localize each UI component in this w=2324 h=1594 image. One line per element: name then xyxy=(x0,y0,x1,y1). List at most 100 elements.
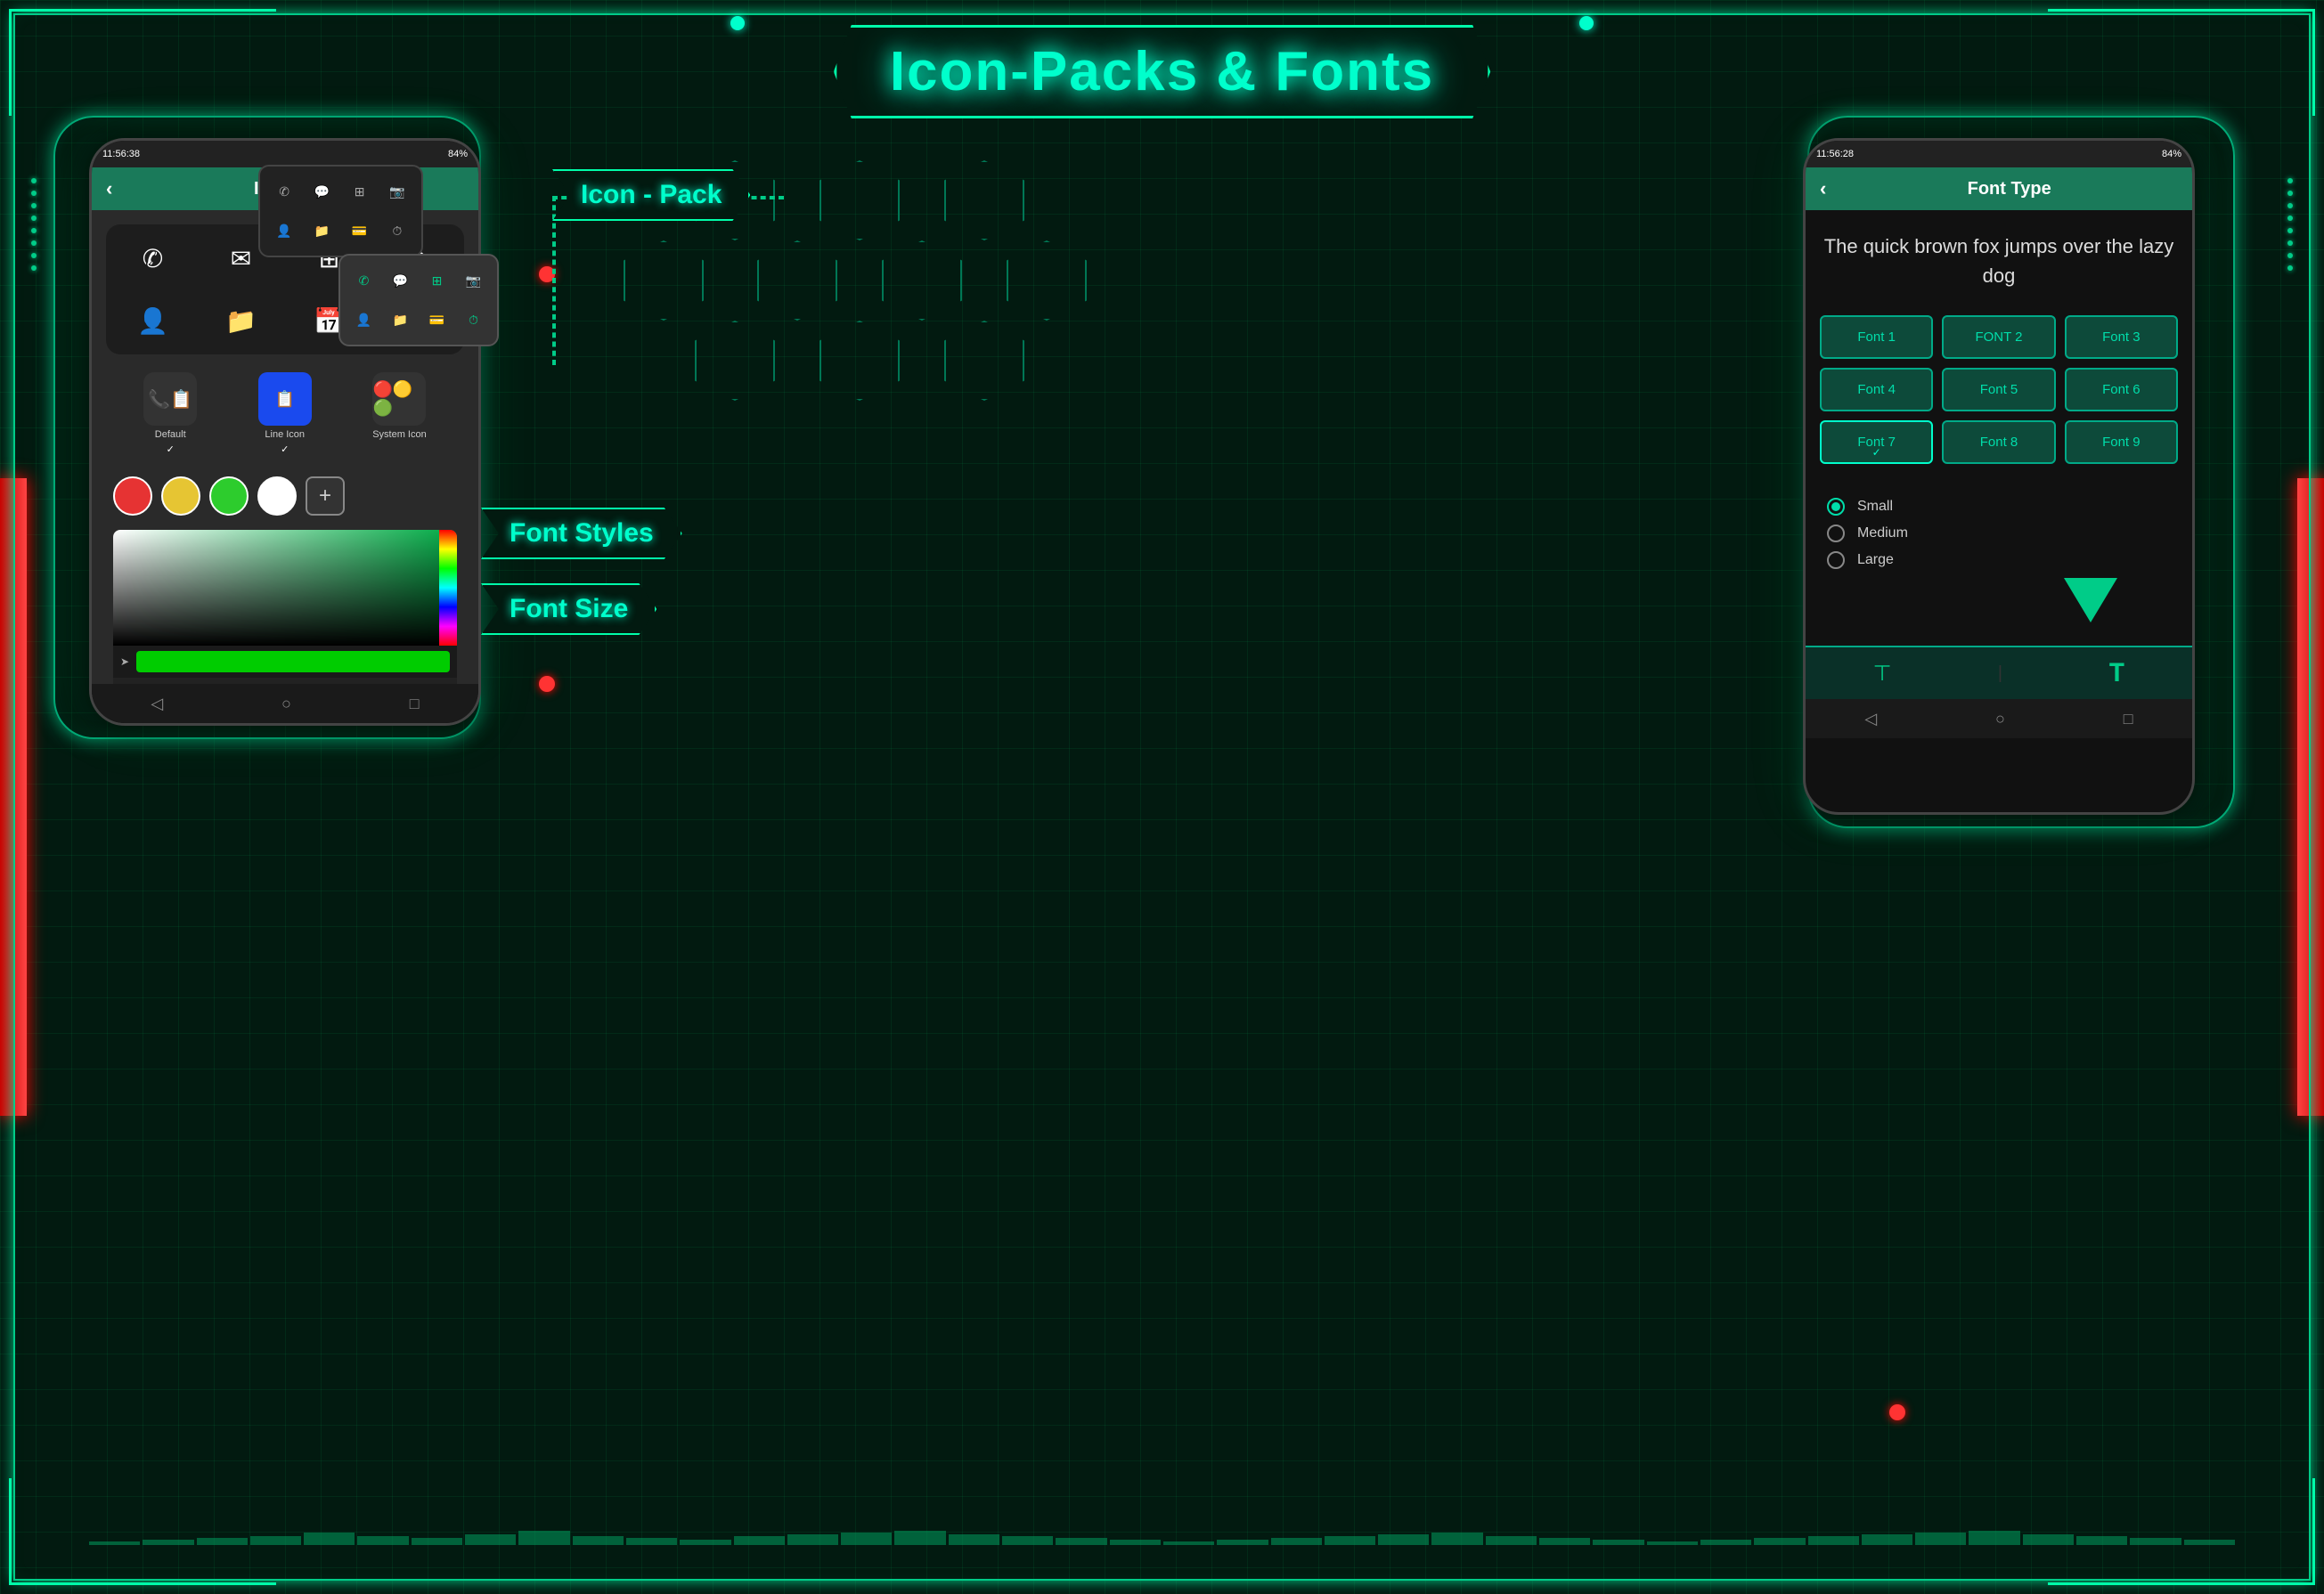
font-btn-5[interactable]: Font 5 xyxy=(1942,368,2055,411)
icon-folder[interactable]: 📁 xyxy=(203,296,279,346)
nav-recent-right[interactable]: □ xyxy=(2124,710,2133,728)
swatch-green[interactable] xyxy=(209,476,249,516)
hex-3 xyxy=(944,160,1024,240)
red-dot-3 xyxy=(1889,1404,1905,1420)
fi-chat: 💬 xyxy=(306,175,337,207)
icon-phone[interactable]: ✆ xyxy=(115,233,191,283)
si-folder: 📁 xyxy=(386,304,415,336)
tool-text-size-icon[interactable]: ⊤ xyxy=(1873,661,1892,687)
swatch-yellow[interactable] xyxy=(161,476,200,516)
size-large-label: Large xyxy=(1857,552,1894,568)
style-system-label: System Icon xyxy=(372,429,427,440)
side-circuit-left xyxy=(31,178,37,271)
fi-cam: 📷 xyxy=(382,175,412,207)
main-title: Icon-Packs & Fonts xyxy=(890,40,1434,103)
right-statusbar: 11:56:28 84% xyxy=(1806,141,2192,167)
nav-home-left[interactable]: ○ xyxy=(281,695,291,713)
radio-small[interactable] xyxy=(1827,498,1845,516)
right-nav: ◁ ○ □ xyxy=(1806,699,2192,738)
fi-wallet: 💳 xyxy=(345,215,375,247)
fi-grid: ⊞ xyxy=(345,175,375,207)
style-system[interactable]: 🔴🟡🟢 System Icon xyxy=(372,372,427,455)
left-battery: 84% xyxy=(448,149,468,159)
bottom-bar-decoration: (function(){ const bar = document.queryS… xyxy=(89,1531,2235,1545)
font-grid: Font 1 FONT 2 Font 3 Font 4 Font 5 Font … xyxy=(1806,305,2192,475)
font-size-label: Font Size xyxy=(481,583,656,635)
color-picker-row: ➤ xyxy=(113,646,457,678)
font-btn-7[interactable]: Font 7 ✓ xyxy=(1820,420,1933,464)
size-medium-label: Medium xyxy=(1857,525,1908,541)
style-default[interactable]: 📞📋 Default ✓ xyxy=(143,372,197,455)
side-circuit-right xyxy=(2287,178,2293,271)
color-picker: ➤ CANCEL OK xyxy=(113,530,457,684)
swatch-white[interactable] xyxy=(257,476,297,516)
color-swatches: + xyxy=(106,469,464,523)
radio-medium[interactable] xyxy=(1827,525,1845,542)
si-chat: 💬 xyxy=(386,264,415,297)
size-small[interactable]: Small xyxy=(1827,498,2171,516)
nav-back-left[interactable]: ◁ xyxy=(151,695,163,713)
font-styles-label: Font Styles xyxy=(481,508,682,559)
float-panel-system-icons: ✆ 💬 ⊞ 📷 👤 📁 💳 ⏱ xyxy=(338,254,499,346)
style-line-label: Line Icon xyxy=(265,429,305,440)
ok-button[interactable]: OK xyxy=(428,683,447,684)
font-size-section: Small Medium Large xyxy=(1806,475,2192,646)
style-default-label: Default xyxy=(155,429,186,440)
cyan-dot-top-r xyxy=(1579,16,1594,30)
fi-person: 👤 xyxy=(269,215,299,247)
hex-4 xyxy=(624,240,704,321)
style-line[interactable]: 📋 Line Icon ✓ xyxy=(258,372,312,455)
font-btn-3[interactable]: Font 3 xyxy=(2065,315,2178,359)
right-phone: 11:56:28 84% ‹ Font Type The quick brown… xyxy=(1803,138,2195,815)
font-toolbar: ⊤ | 𝐓 xyxy=(1806,646,2192,699)
cyan-dot-top xyxy=(730,16,745,30)
main-title-bar: Icon-Packs & Fonts xyxy=(834,25,1490,118)
icon-style-row: 📞📋 Default ✓ 📋 Line Icon ✓ 🔴🟡🟢 System Ic… xyxy=(106,365,464,462)
size-triangle xyxy=(1827,578,2171,622)
right-topbar-title: Font Type xyxy=(1840,179,2178,199)
tool-font-icon[interactable]: 𝐓 xyxy=(2108,659,2124,688)
hex-8 xyxy=(695,321,775,401)
nav-back-right[interactable]: ◁ xyxy=(1864,710,1877,728)
float-panel-line-icons: ✆ 💬 ⊞ 📷 👤 📁 💳 ⏱ xyxy=(258,165,423,257)
si-grid: ⊞ xyxy=(422,264,452,297)
size-large[interactable]: Large xyxy=(1827,551,2171,569)
red-dot-2 xyxy=(539,676,555,692)
nav-recent-left[interactable]: □ xyxy=(410,695,420,713)
left-nav: ◁ ○ □ xyxy=(92,684,478,723)
cancel-button[interactable]: CANCEL xyxy=(359,683,412,684)
si-cam: 📷 xyxy=(459,264,488,297)
nav-home-right[interactable]: ○ xyxy=(1995,710,2005,728)
font-btn-9[interactable]: Font 9 xyxy=(2065,420,2178,464)
hex-9 xyxy=(820,321,900,401)
red-dot-1 xyxy=(539,266,555,282)
font-btn-2[interactable]: FONT 2 xyxy=(1942,315,2055,359)
circuit-corner-tl xyxy=(9,9,276,116)
si-clock: ⏱ xyxy=(459,304,488,336)
font-btn-4[interactable]: Font 4 xyxy=(1820,368,1933,411)
si-phone: ✆ xyxy=(349,264,379,297)
color-gradient[interactable] xyxy=(113,530,457,646)
hex-2 xyxy=(820,160,900,240)
size-medium[interactable]: Medium xyxy=(1827,525,2171,542)
color-add-button[interactable]: + xyxy=(306,476,345,516)
icon-contact[interactable]: 👤 xyxy=(115,296,191,346)
radio-large[interactable] xyxy=(1827,551,1845,569)
right-time: 11:56:28 xyxy=(1816,149,1854,159)
size-small-label: Small xyxy=(1857,499,1893,515)
picker-buttons: CANCEL OK xyxy=(113,678,457,684)
line-icon-grid: ✆ 💬 ⊞ 📷 👤 📁 💳 ⏱ xyxy=(269,175,412,247)
icon-pack-label: Icon - Pack xyxy=(552,169,750,221)
swatch-red[interactable] xyxy=(113,476,152,516)
hue-slider[interactable] xyxy=(439,530,457,646)
triangle-indicator xyxy=(2064,578,2117,622)
font-btn-1[interactable]: Font 1 xyxy=(1820,315,1933,359)
font-btn-6[interactable]: Font 6 xyxy=(2065,368,2178,411)
right-back-button[interactable]: ‹ xyxy=(1820,177,1826,200)
hex-6 xyxy=(882,240,962,321)
color-result xyxy=(136,651,450,672)
style-line-check: ✓ xyxy=(281,443,289,455)
si-wallet: 💳 xyxy=(422,304,452,336)
font-btn-8[interactable]: Font 8 xyxy=(1942,420,2055,464)
left-back-button[interactable]: ‹ xyxy=(106,177,112,200)
